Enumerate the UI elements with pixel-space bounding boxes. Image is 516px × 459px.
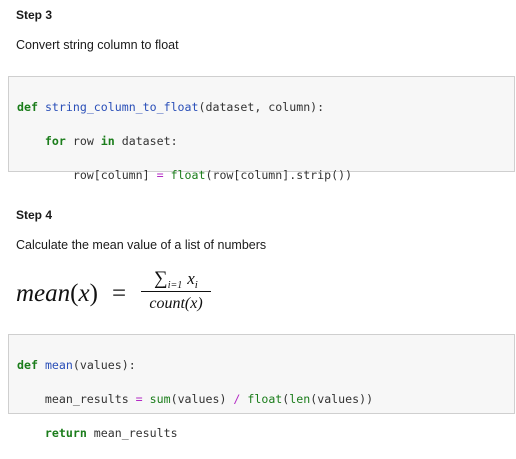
step-4-description: Calculate the mean value of a list of nu… xyxy=(16,238,267,252)
code-builtin: float xyxy=(170,168,206,182)
code-text: dataset: xyxy=(114,134,178,148)
code-line: return mean_results xyxy=(17,425,506,442)
code-line: row[column] = float(row[column].strip()) xyxy=(17,167,506,184)
code-text: (values)) xyxy=(310,392,374,406)
step-3-description: Convert string column to float xyxy=(16,38,179,52)
code-line: mean_results = sum(values) / float(len(v… xyxy=(17,391,506,408)
formula-variable: x xyxy=(78,280,90,307)
formula-term-subscript: i xyxy=(194,279,198,291)
code-line: for row in dataset: xyxy=(17,133,506,150)
formula-term: x xyxy=(187,269,195,288)
code-block-mean: def mean(values): mean_results = sum(val… xyxy=(8,334,515,440)
code-text: (dataset, column): xyxy=(198,100,325,114)
code-block-string-to-float: def string_column_to_float(dataset, colu… xyxy=(8,76,515,182)
formula-denominator: count(x) xyxy=(149,295,203,312)
code-text: row[column] xyxy=(72,168,157,182)
code-text: mean_results xyxy=(44,392,136,406)
code-line: def string_column_to_float(dataset, colu… xyxy=(17,99,506,116)
formula-fraction: ∑i=1 xi count(x) xyxy=(141,268,211,314)
step-3-heading: Step 3 xyxy=(16,8,53,22)
code-keyword: in xyxy=(100,134,115,148)
formula-function-name: mean xyxy=(16,280,71,307)
code-keyword: def xyxy=(17,100,38,114)
code-function-name: string_column_to_float xyxy=(44,100,199,114)
fraction-bar xyxy=(141,291,211,292)
code-text: (values) xyxy=(170,392,234,406)
code-builtin: float xyxy=(247,392,283,406)
code-operator: = xyxy=(156,168,164,182)
code-text: mean_results xyxy=(86,426,178,440)
step-4-heading: Step 4 xyxy=(16,208,53,222)
code-text: row xyxy=(65,134,101,148)
code-keyword: def xyxy=(17,358,38,372)
formula-equals: = xyxy=(112,280,127,307)
formula-lhs: mean(x) xyxy=(16,280,98,308)
code-keyword: return xyxy=(44,426,87,440)
summation-index: i=1 xyxy=(167,280,183,291)
formula-numerator: ∑i=1 xi xyxy=(141,268,211,291)
code-line: def mean(values): xyxy=(17,357,506,374)
code-text: (values): xyxy=(72,358,136,372)
code-operator: = xyxy=(135,392,143,406)
code-function-name: mean xyxy=(44,358,73,372)
summation-symbol: ∑ xyxy=(154,268,168,289)
code-builtin: len xyxy=(289,392,311,406)
formula-close-paren: ) xyxy=(89,280,98,307)
code-keyword: for xyxy=(44,134,66,148)
code-builtin: sum xyxy=(149,392,171,406)
mean-formula: mean(x) = ∑i=1 xi count(x) xyxy=(16,264,276,324)
code-text: (row[column].strip()) xyxy=(205,168,353,182)
